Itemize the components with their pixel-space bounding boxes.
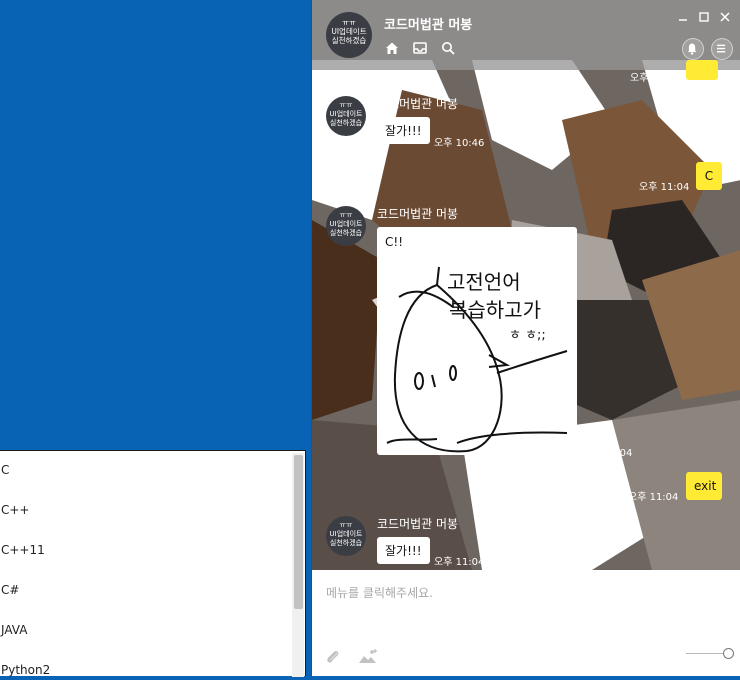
message-input-placeholder: 메뉴를 클릭해주세요. xyxy=(326,586,433,600)
drawing-text-line: 복습하고가 xyxy=(449,298,541,322)
maximize-icon[interactable] xyxy=(697,10,711,24)
avatar-text-line: 실천하겠습 xyxy=(329,229,363,237)
avatar-text-line: UI업데이트 xyxy=(331,27,367,36)
list-item[interactable]: Python2 xyxy=(1,660,50,680)
list-item[interactable]: C++11 xyxy=(1,540,45,560)
scrollbar-thumb[interactable] xyxy=(294,455,303,609)
chat-room-title: 코드머법관 머봉 xyxy=(384,18,473,33)
avatar-text-line: 실천하겠습 xyxy=(329,539,363,547)
message-timestamp: 오후 11:04 xyxy=(582,448,633,459)
message-input-area[interactable]: 메뉴를 클릭해주세요. xyxy=(312,570,740,676)
message-timestamp: 오후 11:04 xyxy=(434,557,485,568)
sender-name: 코드머법관 머봉 xyxy=(377,207,459,221)
inbox-icon[interactable] xyxy=(412,40,428,56)
sender-avatar[interactable]: ㅠㅠ UI업데이트 실천하겠습 xyxy=(326,206,366,246)
drawing-text-line: ㅎ ㅎ;; xyxy=(509,328,546,343)
image-icon[interactable] xyxy=(358,648,378,666)
chat-room-avatar[interactable]: ㅠㅠ UI업데이트 실천하겠습 xyxy=(326,12,372,58)
notification-button[interactable] xyxy=(682,38,704,60)
avatar-text-line: 실천하겠습 xyxy=(331,36,367,45)
drawing-text-line: 고전언어 xyxy=(447,270,521,294)
menu-button[interactable] xyxy=(711,38,733,60)
avatar-text-line: ㅠㅠ xyxy=(339,211,353,219)
avatar-text-line: ㅠㅠ xyxy=(339,521,353,529)
avatar-text-line: ㅠㅠ xyxy=(342,18,356,27)
sent-message-bubble[interactable]: C xyxy=(696,162,722,190)
language-list-panel: C C++ C++11 C# JAVA Python2 xyxy=(0,450,306,677)
search-icon[interactable] xyxy=(440,40,456,56)
message-timestamp: 오후 11:04 xyxy=(639,182,690,193)
chat-header: ㅠㅠ UI업데이트 실천하겠습 코드머법관 머봉 xyxy=(312,0,740,70)
message-timestamp: 오후 10:46 xyxy=(630,73,681,84)
avatar-text-line: 실천하겠습 xyxy=(329,119,363,127)
avatar-text-line: UI업데이트 xyxy=(329,220,363,228)
received-message-bubble[interactable]: 잘가!!! xyxy=(377,117,430,144)
menu-icon xyxy=(717,44,726,53)
list-item[interactable]: C++ xyxy=(1,500,30,520)
drawing-image: 고전언어 복습하고가 ㅎ ㅎ;; xyxy=(386,266,568,453)
list-item[interactable]: C xyxy=(1,460,9,480)
message-timestamp: 오후 10:46 xyxy=(434,138,485,149)
avatar-text-line: ㅠㅠ xyxy=(339,101,353,109)
sender-avatar[interactable]: ㅠㅠ UI업데이트 실천하겠습 xyxy=(326,96,366,136)
paperclip-icon[interactable] xyxy=(324,648,342,666)
avatar-text-line: UI업데이트 xyxy=(329,530,363,538)
sent-message-bubble[interactable]: exit xyxy=(686,472,722,500)
bell-icon xyxy=(688,43,697,55)
close-icon[interactable] xyxy=(718,10,732,24)
avatar-text-line: UI업데이트 xyxy=(329,110,363,118)
sender-name: 코드머법관 머봉 xyxy=(377,97,459,111)
language-list: C C++ C++11 C# JAVA Python2 xyxy=(0,451,290,677)
image-message-card[interactable]: C!! 고전언어 복습하고가 ㅎ ㅎ;; xyxy=(377,227,577,455)
image-message-caption: C!! xyxy=(385,235,403,249)
sent-message-bubble[interactable] xyxy=(686,60,718,80)
minimize-icon[interactable] xyxy=(676,10,690,24)
home-icon[interactable] xyxy=(384,40,400,56)
sender-avatar[interactable]: ㅠㅠ UI업데이트 실천하겠습 xyxy=(326,516,366,556)
chat-window: ㅠㅠ UI업데이트 실천하겠습 코드머법관 머봉 오후 10:46 ㅠㅠ UI업… xyxy=(311,0,740,676)
transparency-slider-knob[interactable] xyxy=(723,648,734,659)
message-timestamp: 오후 11:04 xyxy=(628,492,679,503)
sender-name: 코드머법관 머봉 xyxy=(377,517,459,531)
received-message-bubble[interactable]: 잘가!!! xyxy=(377,537,430,564)
list-item[interactable]: C# xyxy=(1,580,19,600)
list-item[interactable]: JAVA xyxy=(1,620,27,640)
